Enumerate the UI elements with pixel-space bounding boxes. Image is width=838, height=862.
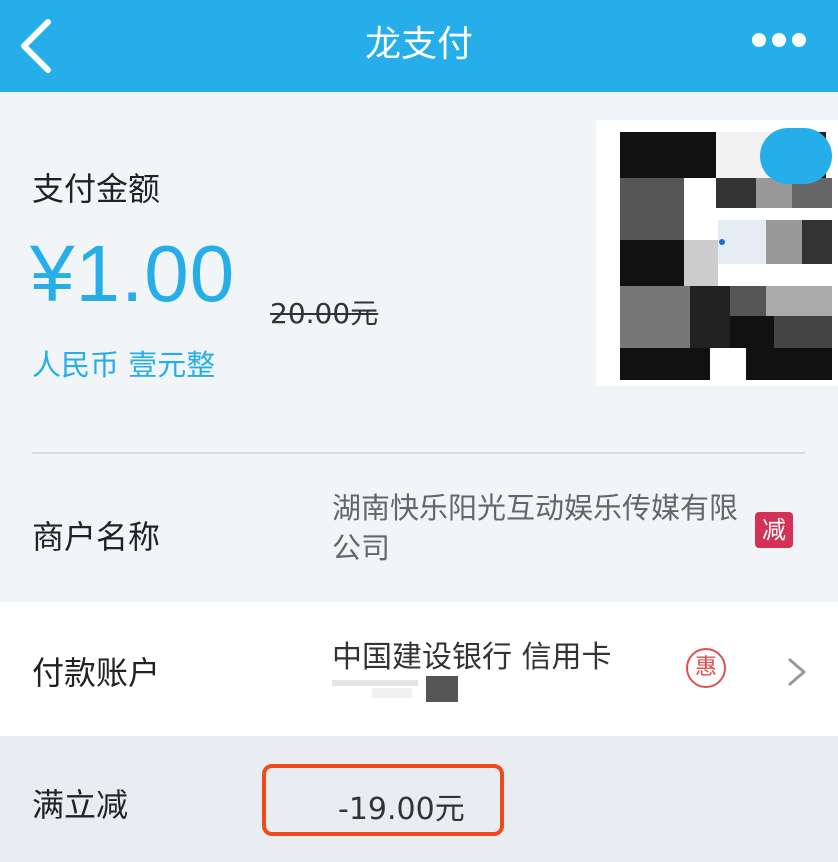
- merchant-label: 商户名称: [32, 518, 161, 556]
- chat-bubble-icon[interactable]: [760, 128, 832, 184]
- chevron-right-icon: [788, 658, 806, 686]
- payment-account-row[interactable]: 付款账户 中国建设银行 信用卡 惠: [0, 602, 838, 736]
- amount-in-words: 人民币 壹元整: [32, 348, 216, 382]
- amount-section: 支付金额 ¥1.00 20.00元 人民币 壹元整 商户名称 湖南快乐阳光互动娱…: [0, 92, 838, 602]
- divider: [32, 452, 805, 454]
- more-dots-icon: [752, 33, 766, 47]
- benefit-icon: 惠: [686, 648, 726, 688]
- discount-badge: 减: [755, 512, 793, 548]
- more-options-button[interactable]: [752, 32, 812, 52]
- payment-account-label: 付款账户: [32, 654, 161, 692]
- page-title: 龙支付: [364, 24, 473, 65]
- top-nav-bar: 龙支付: [0, 0, 838, 92]
- redacted-qr-code-image: [596, 120, 838, 386]
- promotion-label: 满立减: [32, 786, 129, 824]
- original-price: 20.00元: [270, 297, 379, 330]
- promotion-discount-value: -19.00元: [338, 792, 465, 827]
- payment-account-name: 中国建设银行 信用卡: [332, 640, 612, 675]
- redacted-card-number: [332, 674, 458, 702]
- amount-label: 支付金额: [32, 170, 161, 208]
- promotion-row: 满立减 -19.00元: [0, 736, 838, 862]
- merchant-name: 湖南快乐阳光互动娱乐传媒有限公司: [332, 491, 739, 565]
- payment-amount: ¥1.00: [30, 229, 236, 318]
